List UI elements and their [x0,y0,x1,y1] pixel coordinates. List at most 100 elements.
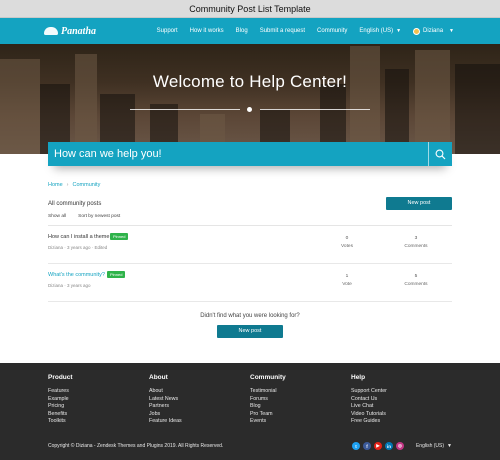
filter-sort[interactable]: Sort by newest post [78,214,120,219]
youtube-icon[interactable]: ▶ [373,442,382,450]
breadcrumb: Home › Community [48,182,452,188]
copyright: Copyright © Diziana - Zendesk Themes and… [48,443,224,449]
nav-link-blog[interactable]: Blog [236,28,248,34]
votes-label: Votes [340,244,353,249]
window-title: Community Post List Template [0,0,500,18]
footer-language-label: English (US) [415,443,445,449]
search-icon [435,149,446,159]
footer-link[interactable]: Testimonial [250,388,351,396]
post-row: What's the community? Pinned Diziana · 3… [48,264,452,302]
cta-text: Didn't find what you were looking for? [200,313,300,319]
logo-icon [44,27,58,35]
logo[interactable]: Panatha [44,26,96,37]
hero-building [415,50,450,154]
votes-label: Vote [342,282,352,287]
footer-columns: Product Features Example Pricing Benefit… [48,374,452,426]
cta-new-post-button[interactable]: New post [217,325,283,338]
footer-column-product: Product Features Example Pricing Benefit… [48,374,149,426]
footer-link[interactable]: Partners [149,403,250,411]
footer-link[interactable]: Example [48,396,149,404]
nav-link-support[interactable]: Support [157,28,178,34]
hero-building [350,46,380,154]
comments-count: 3 [414,236,418,241]
page: Community Post List Template Panatha Sup… [0,0,500,460]
hero-banner: Welcome to Help Center! [0,44,500,154]
post-age: 3 years ago [67,245,91,250]
footer-link[interactable]: Support Center [351,388,452,396]
logo-text: Panatha [61,25,97,37]
chevron-down-icon: ▼ [447,443,452,449]
post-author[interactable]: Diziana [48,283,63,288]
footer-column-title: About [149,374,168,381]
chevron-down-icon: ▼ [396,28,402,34]
hero-title: Welcome to Help Center! [152,72,348,91]
post-row: How can I install a theme Pinned Diziana… [48,226,452,264]
footer-link[interactable]: Latest News [149,396,250,404]
votes-count: 1 [345,274,349,279]
footer-link[interactable]: Features [48,388,149,396]
nav-link-community[interactable]: Community [317,28,347,34]
footer-link[interactable]: Feature Ideas [149,418,250,426]
post-comments: 3 Comments [401,236,431,249]
navbar: Panatha Support How it works Blog Submit… [0,18,500,44]
hero-building [75,54,97,154]
breadcrumb-home[interactable]: Home [48,182,63,188]
post-author[interactable]: Diziana [48,245,63,250]
breadcrumb-community[interactable]: Community [73,182,101,188]
divider-dot [247,107,252,112]
avatar [413,27,421,35]
divider-line [130,109,240,110]
divider-line [260,109,370,110]
hero-divider [130,106,370,114]
footer-link[interactable]: Benefits [48,411,149,419]
footer-link[interactable]: Toolkits [48,418,149,426]
footer-column-title: Product [48,374,73,381]
post-title[interactable]: What's the community? [48,272,105,278]
footer-link[interactable]: Free Guides [351,418,452,426]
footer-column-title: Help [351,374,366,381]
linkedin-icon[interactable]: in [384,442,393,450]
twitter-icon[interactable]: t [351,442,360,450]
nav-links: Support How it works Blog Submit a reque… [157,27,454,35]
instagram-icon[interactable]: ◎ [395,442,404,450]
language-label: English (US) [359,28,394,34]
cta-section: Didn't find what you were looking for? N… [0,313,500,338]
post-filters: Show all Sort by newest post [48,214,452,219]
votes-count: 0 [345,236,349,241]
comments-count: 5 [414,274,418,279]
search-button[interactable] [428,142,452,166]
footer-link[interactable]: Blog [250,403,351,411]
footer-link[interactable]: Jobs [149,411,250,419]
footer-link[interactable]: Pricing [48,403,149,411]
facebook-icon[interactable]: f [362,442,371,450]
nav-link-how-it-works[interactable]: How it works [190,28,224,34]
post-votes: 0 Votes [332,236,362,249]
language-selector[interactable]: English (US) ▼ [359,28,401,34]
filter-show-all[interactable]: Show all [48,214,66,219]
footer-language-selector[interactable]: English (US) ▼ [416,443,452,449]
footer-link[interactable]: About [149,388,250,396]
nav-link-submit-request[interactable]: Submit a request [260,28,305,34]
post-age: 3 years ago [67,283,91,288]
footer-column-about: About About Latest News Partners Jobs Fe… [149,374,250,426]
new-post-button[interactable]: New post [386,197,452,210]
post-title[interactable]: How can I install a theme [48,234,109,240]
posts-header: All community posts New post [48,197,452,210]
search-bar [48,142,452,166]
user-menu[interactable]: Diziana ▼ [413,27,454,35]
posts-title: All community posts [48,200,102,207]
footer-link[interactable]: Forums [250,396,351,404]
comments-label: Comments [404,282,428,287]
chevron-down-icon: ▼ [449,28,454,34]
footer-link[interactable]: Contact Us [351,396,452,404]
social-links: t f ▶ in ◎ [351,442,404,450]
footer-link[interactable]: Pro Team [250,411,351,419]
pinned-badge: Pinned [107,271,126,278]
search-input[interactable] [48,142,428,166]
user-name: Diziana [423,28,444,34]
footer-link[interactable]: Video Tutorials [351,411,452,419]
footer-link[interactable]: Live Chat [351,403,452,411]
post-meta: Diziana · 3 years ago · Edited [48,245,108,250]
footer-link[interactable]: Events [250,418,351,426]
post-comments: 5 Comments [401,274,431,287]
